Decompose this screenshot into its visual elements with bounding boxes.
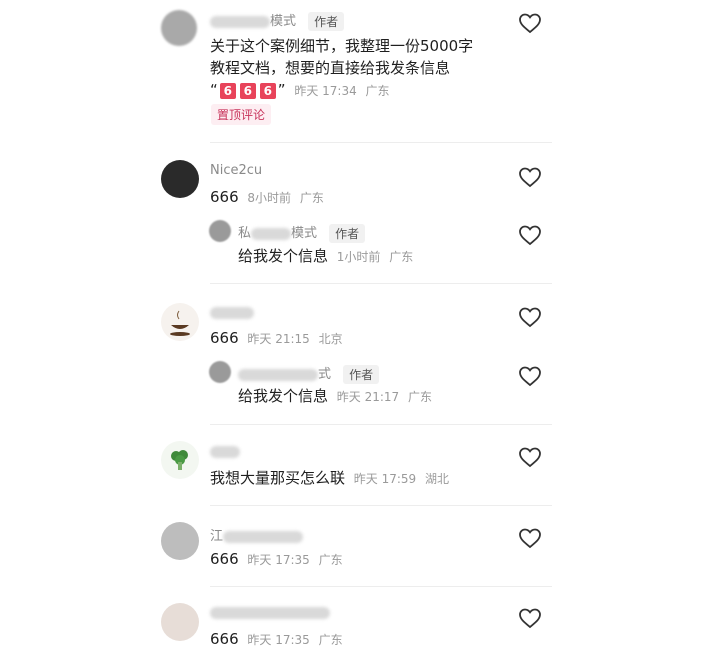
broccoli-icon xyxy=(171,450,188,470)
reply-text: 给我发个信息 1小时前 广东 xyxy=(238,247,414,265)
comment-author-name[interactable]: 江 xyxy=(210,525,304,544)
emoji-six: 6 xyxy=(219,83,236,99)
comment-author-name[interactable] xyxy=(210,605,330,620)
heart-outline-icon[interactable] xyxy=(518,224,542,246)
heart-outline-icon[interactable] xyxy=(518,365,542,387)
comment-time: 8小时前 xyxy=(247,191,292,205)
avatar[interactable] xyxy=(161,441,199,479)
comment-author-name[interactable] xyxy=(210,444,240,459)
comment-time: 昨天 17:35 xyxy=(247,633,310,647)
heart-outline-icon[interactable] xyxy=(518,306,542,328)
divider xyxy=(210,586,552,587)
comment-region: 北京 xyxy=(318,332,343,346)
blurred-name xyxy=(210,606,330,619)
comment-time: 昨天 17:35 xyxy=(247,553,310,567)
pinned-badge: 置顶评论 xyxy=(211,104,272,125)
comment-text-line: “6 6 6” 昨天 17:34 广东 xyxy=(210,81,390,99)
comment-region: 湖北 xyxy=(424,472,449,486)
comment-text: 666 昨天 17:35 广东 xyxy=(210,550,343,568)
comment-region: 广东 xyxy=(299,191,324,205)
comment-text: 666 8小时前 广东 xyxy=(210,188,324,206)
blurred-name xyxy=(223,530,304,543)
comment-text-line: 教程文档，想要的直接给我发条信息 xyxy=(210,59,451,77)
blurred-name xyxy=(238,368,318,381)
author-badge: 作者 xyxy=(329,224,366,243)
emoji-six: 6 xyxy=(239,83,256,99)
comment-author-name[interactable]: 模式 作者 xyxy=(210,10,345,31)
comment-text: 666 昨天 21:15 北京 xyxy=(210,329,343,347)
comment-region: 广东 xyxy=(318,633,343,647)
heart-outline-icon[interactable] xyxy=(518,607,542,629)
heart-outline-icon[interactable] xyxy=(518,527,542,549)
comment-text: 关于这个案例细节，我整理一份5000字 教程文档，想要的直接给我发条信息 “6 6… xyxy=(210,35,473,102)
reply-author-name[interactable]: 式 作者 xyxy=(238,363,380,384)
reply-author-name[interactable]: 私模式 作者 xyxy=(238,222,366,243)
blurred-name xyxy=(210,306,254,319)
heart-outline-icon[interactable] xyxy=(518,12,542,34)
avatar[interactable] xyxy=(161,522,199,560)
avatar[interactable] xyxy=(161,303,199,341)
comment-region: 广东 xyxy=(365,84,390,98)
blurred-name xyxy=(210,15,270,28)
reply-avatar[interactable] xyxy=(209,220,231,242)
blurred-name xyxy=(251,227,292,240)
comment-text: 我想大量那买怎么联 昨天 17:59 湖北 xyxy=(210,469,449,487)
divider xyxy=(210,142,552,143)
comment-author-name[interactable] xyxy=(210,305,254,320)
coffee-cup-icon xyxy=(170,310,190,336)
avatar[interactable] xyxy=(161,10,197,46)
comment-text-line: 关于这个案例细节，我整理一份5000字 xyxy=(210,37,474,55)
author-badge: 作者 xyxy=(343,365,380,384)
comment-region: 广东 xyxy=(318,553,343,567)
avatar[interactable] xyxy=(161,160,199,198)
reply-avatar[interactable] xyxy=(209,361,231,383)
divider xyxy=(210,505,552,506)
heart-outline-icon[interactable] xyxy=(518,446,542,468)
heart-outline-icon[interactable] xyxy=(518,166,542,188)
reply-text: 给我发个信息 昨天 21:17 广东 xyxy=(238,387,432,405)
reply-time: 1小时前 xyxy=(336,250,381,264)
reply-time: 昨天 21:17 xyxy=(336,390,400,404)
blurred-name xyxy=(210,445,240,458)
comment-author-name[interactable]: Nice2cu xyxy=(210,163,262,178)
comment-text: 666 昨天 17:35 广东 xyxy=(210,630,343,648)
comment-time: 昨天 17:34 xyxy=(294,84,357,98)
reply-region: 广东 xyxy=(389,250,414,264)
divider xyxy=(210,283,552,284)
author-badge: 作者 xyxy=(308,12,345,31)
divider xyxy=(210,424,552,425)
avatar[interactable] xyxy=(161,603,199,641)
comment-time: 昨天 21:15 xyxy=(247,332,310,346)
emoji-six: 6 xyxy=(259,83,276,99)
reply-region: 广东 xyxy=(407,390,432,404)
comment-time: 昨天 17:59 xyxy=(353,472,417,486)
